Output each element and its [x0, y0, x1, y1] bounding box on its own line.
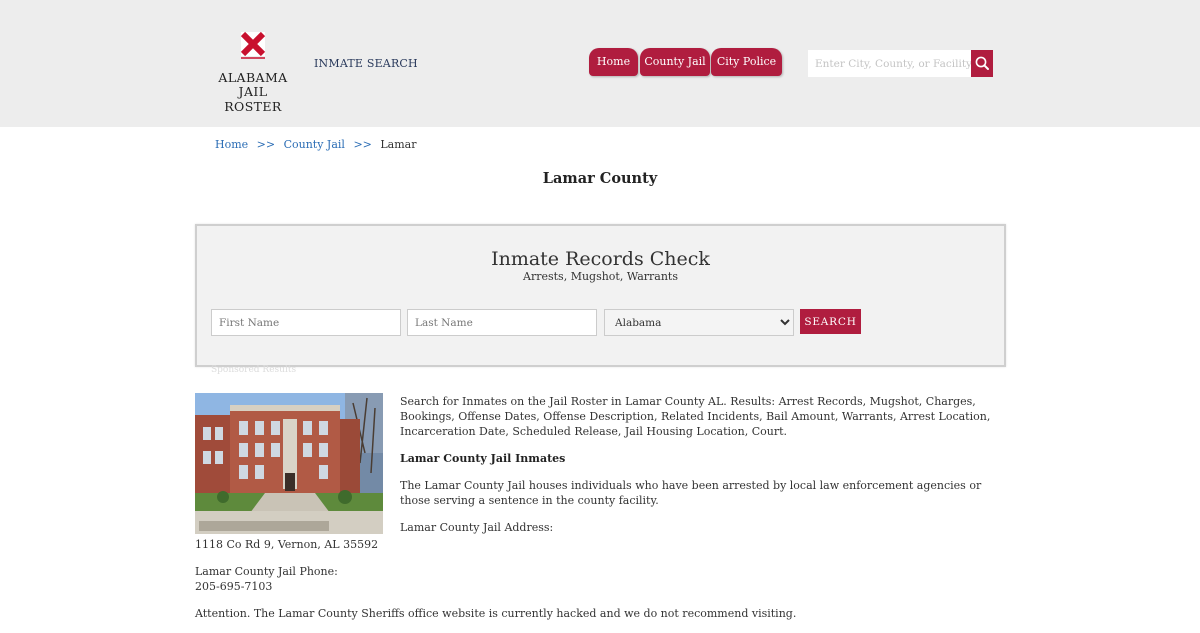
records-search-button[interactable]: SEARCH [800, 309, 861, 334]
alabama-flag-icon [240, 31, 266, 59]
search-icon [975, 56, 989, 70]
logo-text-line2: JAIL ROSTER [224, 84, 282, 114]
page-title: Lamar County [542, 170, 658, 187]
inmates-paragraph: The Lamar County Jail houses individuals… [400, 479, 982, 507]
inmates-heading: Lamar County Jail Inmates [400, 452, 566, 465]
courthouse-photo [195, 393, 383, 534]
contact-info: 1118 Co Rd 9, Vernon, AL 35592 Lamar Cou… [195, 537, 995, 633]
breadcrumb: Home >> County Jail >> Lamar [215, 138, 417, 151]
inmate-records-check-form: Inmate Records Check Arrests, Mugshot, W… [195, 224, 1006, 367]
breadcrumb-separator: >> [353, 138, 372, 151]
main-content: Search for Inmates on the Jail Roster in… [400, 394, 1000, 547]
jail-phone: 205-695-7103 [195, 580, 273, 593]
records-check-subtitle: Arrests, Mugshot, Warrants [523, 270, 678, 283]
intro-paragraph: Search for Inmates on the Jail Roster in… [400, 395, 991, 438]
site-header: ALABAMA JAIL ROSTER INMATE SEARCH Home C… [0, 0, 1200, 127]
courthouse-photo-image [195, 393, 383, 534]
sponsored-results-label: Sponsored Results [211, 365, 297, 375]
nav-tab-county-jail[interactable]: County Jail [640, 48, 710, 76]
site-search [808, 50, 993, 77]
site-search-input[interactable] [808, 50, 971, 77]
logo-text-line1: ALABAMA [218, 70, 288, 85]
breadcrumb-current: Lamar [380, 138, 417, 151]
site-search-button[interactable] [971, 50, 993, 77]
inmate-search-link[interactable]: INMATE SEARCH [314, 57, 418, 70]
phone-label: Lamar County Jail Phone: [195, 565, 338, 578]
state-select[interactable]: Alabama [604, 309, 794, 336]
nav-tab-home[interactable]: Home [589, 48, 638, 76]
records-check-title: Inmate Records Check [491, 248, 710, 270]
breadcrumb-separator: >> [256, 138, 276, 151]
nav-tab-city-police[interactable]: City Police [711, 48, 782, 76]
last-name-field[interactable] [407, 309, 597, 336]
breadcrumb-home[interactable]: Home [215, 138, 248, 151]
address-label: Lamar County Jail Address: [400, 521, 554, 534]
attention-notice: Attention. The Lamar County Sheriffs off… [195, 607, 797, 620]
jail-address: 1118 Co Rd 9, Vernon, AL 35592 [195, 538, 379, 551]
breadcrumb-county-jail[interactable]: County Jail [284, 138, 345, 151]
site-logo[interactable]: ALABAMA JAIL ROSTER [212, 30, 294, 114]
first-name-field[interactable] [211, 309, 401, 336]
